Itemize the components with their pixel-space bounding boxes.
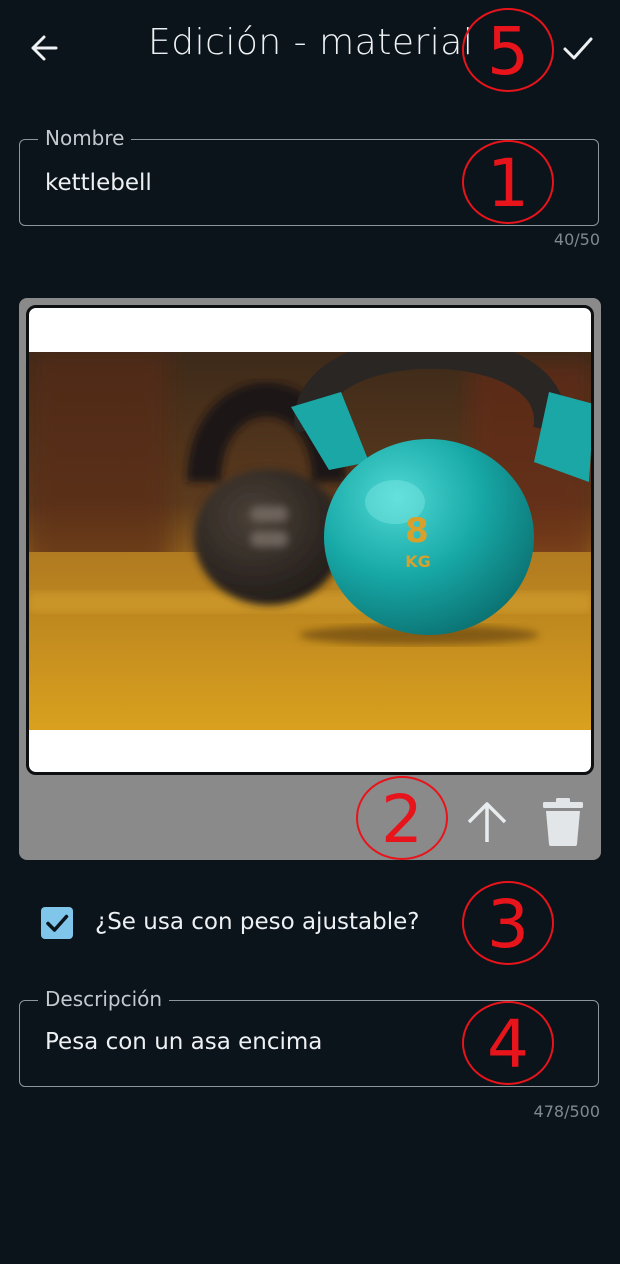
annotation-marker-3: 3 (462, 881, 554, 965)
svg-text:8: 8 (405, 511, 429, 551)
name-field-label: Nombre (38, 126, 132, 150)
page-title: Edición - material (148, 22, 474, 63)
arrow-left-icon (31, 35, 58, 61)
name-char-counter: 40/50 (553, 230, 600, 249)
description-field-label: Descripción (38, 987, 170, 1011)
image-frame[interactable]: 8 KG (26, 305, 594, 775)
description-char-counter: 478/500 (533, 1102, 600, 1121)
check-icon (563, 37, 593, 60)
name-field[interactable]: Nombre kettlebell (19, 126, 599, 226)
description-field-value[interactable]: Pesa con un asa encima (45, 1029, 322, 1055)
name-field-value[interactable]: kettlebell (45, 170, 152, 196)
delete-image-button[interactable] (541, 796, 585, 848)
svg-text:KG: KG (405, 552, 431, 571)
arrow-up-icon (467, 802, 507, 842)
checkmark-icon (46, 914, 69, 932)
annotation-number-3: 3 (487, 886, 529, 963)
adjustable-weight-checkbox[interactable] (41, 907, 73, 939)
trash-icon (543, 798, 583, 846)
description-field[interactable]: Descripción Pesa con un asa encima (19, 987, 599, 1087)
image-card: 8 KG (19, 298, 601, 860)
kettlebell-photo: 8 KG (29, 352, 591, 730)
save-button[interactable] (556, 28, 600, 68)
adjustable-weight-label[interactable]: ¿Se usa con peso ajustable? (95, 909, 419, 935)
back-button[interactable] (24, 28, 68, 68)
top-app-bar: Edición - material (0, 0, 620, 96)
upload-image-button[interactable] (465, 798, 509, 846)
